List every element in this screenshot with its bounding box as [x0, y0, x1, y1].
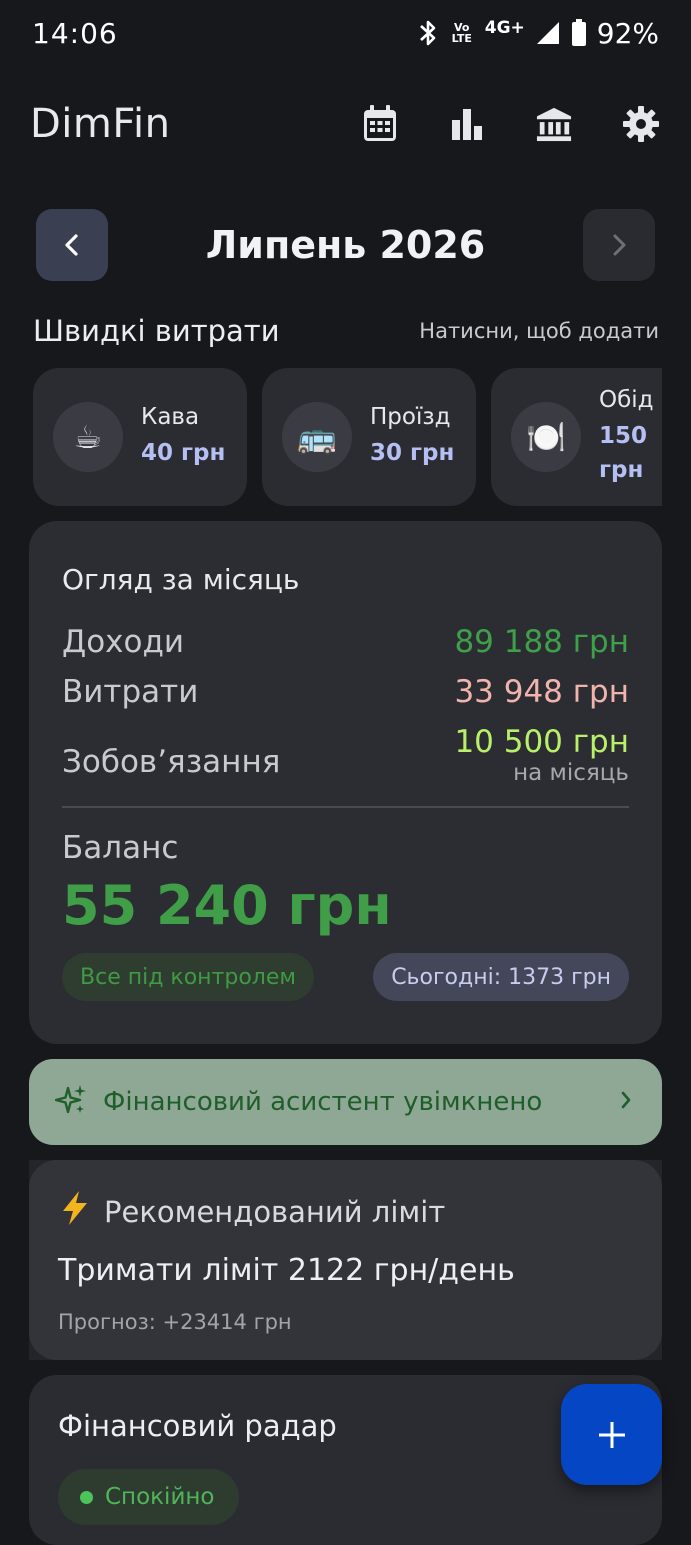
signal-icon [535, 20, 561, 46]
lightning-icon [58, 1190, 92, 1233]
recommended-limit-section: Рекомендований ліміт Тримати ліміт 2122 … [29, 1160, 662, 1360]
limit-forecast: Прогноз: +23414 грн [58, 1310, 292, 1334]
radar-status-badge: Спокійно [58, 1469, 239, 1525]
balance-label: Баланс [62, 830, 179, 866]
quick-expenses-title: Швидкі витрати [33, 314, 280, 348]
quick-expenses-hint: Натисни, щоб додати [419, 319, 659, 343]
plus-icon [598, 1421, 625, 1448]
month-navigation: Липень 2026 [36, 209, 655, 281]
monthly-overview-card: Огляд за місяць Доходи 89 188 грн Витрат… [29, 521, 662, 1044]
add-transaction-button[interactable] [561, 1384, 662, 1485]
limit-header: Рекомендований ліміт [58, 1190, 633, 1233]
quick-expense-coffee[interactable]: ☕ Кава 40 грн [33, 368, 247, 506]
income-row: Доходи 89 188 грн [62, 624, 629, 660]
financial-assistant-banner[interactable]: Фінансовий асистент увімкнено [29, 1059, 662, 1145]
network-type: 4G+ [484, 18, 525, 38]
assistant-label: Фінансовий асистент увімкнено [103, 1087, 543, 1117]
app-bar-actions [362, 105, 659, 142]
obligations-label: Зобов’язання [62, 744, 281, 780]
quick-expense-name: Проїзд [370, 404, 451, 430]
recommended-limit-card: Рекомендований ліміт Тримати ліміт 2122 … [29, 1160, 662, 1360]
volte-icon: Vo LTE [451, 21, 472, 45]
calendar-icon[interactable] [362, 105, 398, 142]
bus-icon: 🚌 [282, 402, 352, 472]
radar-status-label: Спокійно [105, 1484, 215, 1510]
quick-expenses-header: Швидкі витрати Натисни, щоб додати [33, 306, 659, 356]
limit-title: Рекомендований ліміт [104, 1194, 446, 1229]
balance-value: 55 240 грн [62, 874, 392, 937]
quick-expense-transport[interactable]: 🚌 Проїзд 30 грн [262, 368, 476, 506]
quick-expense-name: Кава [141, 404, 200, 430]
obligations-value: 10 500 грн [454, 724, 629, 760]
today-spending-badge: Сьогодні: 1373 грн [373, 953, 629, 1001]
income-value: 89 188 грн [454, 624, 629, 660]
coffee-icon: ☕ [53, 402, 123, 472]
obligations-row: Зобов’язання 10 500 грн на місяць [62, 724, 629, 786]
quick-expense-amount: 30 грн [370, 440, 455, 466]
quick-expense-lunch[interactable]: 🍽️ Обід 150 грн [491, 368, 662, 506]
settings-icon[interactable] [623, 106, 659, 142]
battery-icon [571, 19, 587, 47]
quick-expenses-list: ☕ Кава 40 грн 🚌 Проїзд 30 грн 🍽️ Обід 15… [33, 368, 662, 506]
bar-chart-icon[interactable] [449, 106, 485, 142]
chevron-left-icon [65, 234, 78, 256]
expenses-value: 33 948 грн [454, 674, 629, 710]
limit-recommendation: Тримати ліміт 2122 грн/день [58, 1253, 515, 1288]
chevron-right-icon [620, 1090, 632, 1114]
quick-expense-amount: 40 грн [141, 440, 226, 466]
status-badge: Все під контролем [62, 953, 314, 1001]
previous-month-button[interactable] [36, 209, 108, 281]
plate-icon: 🍽️ [511, 402, 581, 472]
status-bar: 14:06 Vo LTE 4G+ 92% [0, 0, 691, 66]
obligations-period: на місяць [513, 760, 629, 786]
status-dot-icon [80, 1490, 93, 1504]
next-month-button[interactable] [583, 209, 655, 281]
battery-percent: 92% [596, 16, 659, 50]
app-bar: DimFin [0, 84, 691, 164]
bluetooth-icon [417, 19, 439, 47]
quick-expense-amount: 150 грн [599, 423, 648, 483]
bank-icon[interactable] [536, 106, 572, 142]
overview-title: Огляд за місяць [62, 563, 300, 596]
sparkle-icon [54, 1084, 87, 1120]
app-title: DimFin [30, 101, 171, 147]
chevron-right-icon [613, 234, 626, 256]
expenses-label: Витрати [62, 674, 199, 710]
month-title: Липень 2026 [205, 223, 486, 267]
overview-chips: Все під контролем Сьогодні: 1373 грн [62, 953, 629, 1001]
radar-title: Фінансовий радар [58, 1409, 337, 1443]
expenses-row: Витрати 33 948 грн [62, 674, 629, 710]
quick-expense-name: Обід [599, 387, 654, 413]
status-icons: Vo LTE 4G+ 92% [417, 17, 659, 50]
income-label: Доходи [62, 624, 185, 660]
status-time: 14:06 [32, 16, 118, 50]
divider [62, 806, 629, 808]
